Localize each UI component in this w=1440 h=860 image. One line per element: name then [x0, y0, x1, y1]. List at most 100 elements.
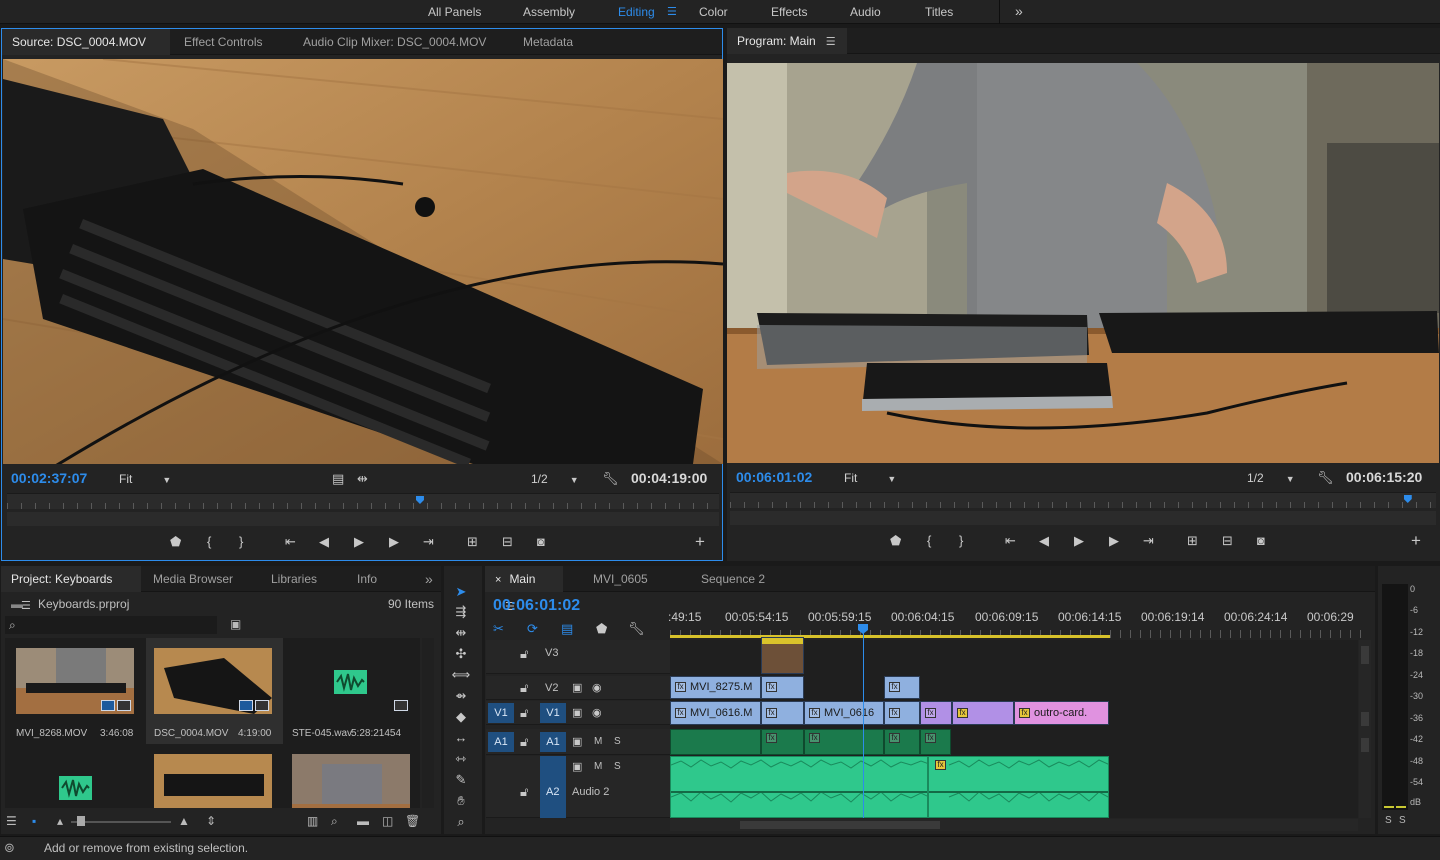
extract-icon[interactable]: ⊟ [1222, 533, 1233, 549]
slip-tool-icon[interactable]: ↔ [447, 728, 475, 748]
drag-audio-icon[interactable]: ⇹ [357, 471, 368, 487]
source-video-frame[interactable] [3, 59, 723, 464]
timeline-clip-a1[interactable]: fx [761, 729, 804, 755]
tab-program[interactable]: Program: Main ☰ [727, 28, 847, 54]
tab-mvi-0605[interactable]: MVI_0605 [583, 566, 658, 592]
play-icon[interactable]: ▶︎ [354, 534, 364, 550]
lock-icon[interactable]: 🔓︎ [520, 784, 528, 800]
track-name-audio-2[interactable]: Audio 2 [572, 786, 609, 798]
solo-button[interactable]: S [614, 736, 621, 747]
program-video-frame[interactable] [727, 63, 1439, 463]
add-button-icon[interactable]: + [1411, 532, 1421, 549]
tab-sequence-2[interactable]: Sequence 2 [691, 566, 775, 592]
timeline-clip-v1[interactable]: fx MVI_0616 [804, 701, 884, 725]
workspace-editing[interactable]: Editing [618, 5, 655, 19]
add-marker-toggle-icon[interactable]: ▤ [561, 621, 573, 637]
timeline-clip-v3[interactable] [761, 637, 804, 674]
tab-main-sequence[interactable]: × Main☰ [485, 566, 563, 613]
timeline-clip-v2[interactable]: fx MVI_8275.M [670, 676, 761, 699]
program-zoom-scrollbar[interactable] [730, 511, 1436, 525]
sync-lock-icon[interactable]: ▣ [572, 759, 582, 775]
marker-icon[interactable]: ⬟ [170, 534, 181, 550]
export-frame-icon[interactable]: ◙ [1257, 533, 1265, 549]
track-select-tool-icon[interactable]: ⇶ [447, 602, 475, 622]
trash-icon[interactable]: 🗑︎ [405, 814, 420, 828]
audio-file-icon[interactable] [334, 670, 367, 694]
mark-out-icon[interactable]: } [959, 533, 963, 549]
play-icon[interactable]: ▶︎ [1074, 533, 1084, 549]
sort-icon[interactable]: ⇕ [206, 814, 216, 828]
lock-icon[interactable]: 🔓︎ [520, 705, 528, 721]
tab-libraries[interactable]: Libraries [261, 566, 327, 592]
settings-wrench-icon[interactable]: 🔧︎ [602, 471, 619, 487]
icon-view-icon[interactable]: ▪ [32, 814, 36, 828]
timeline-clip-a1[interactable]: fx [884, 729, 920, 755]
workspace-audio[interactable]: Audio [850, 5, 881, 19]
mute-button[interactable]: M [594, 736, 602, 747]
marker-icon[interactable]: ⬟ [890, 533, 901, 549]
timeline-clip-a1[interactable]: fx [804, 729, 884, 755]
workspace-overflow-icon[interactable]: » [1015, 3, 1023, 19]
scroll-thumb[interactable] [1361, 712, 1369, 726]
workspace-color[interactable]: Color [699, 5, 728, 19]
pen-tool-icon[interactable]: ✎ [447, 770, 475, 790]
audio-file-icon[interactable] [59, 776, 92, 800]
program-playhead-timecode[interactable]: 00:06:01:02 [736, 469, 812, 485]
timeline-clip-v1[interactable]: fx [761, 701, 804, 725]
timeline-clip-v2[interactable]: fx [884, 676, 920, 699]
eye-icon[interactable]: ◉ [592, 705, 602, 721]
tab-media-browser[interactable]: Media Browser [143, 566, 243, 592]
new-bin-icon[interactable]: ▣ [230, 617, 241, 631]
list-view-icon[interactable]: ☰ [6, 814, 17, 828]
project-search-input[interactable] [5, 616, 217, 634]
track-target-a1[interactable]: A1 [540, 732, 566, 752]
tab-project[interactable]: Project: Keyboards☰ [1, 566, 141, 612]
tab-effect-controls[interactable]: Effect Controls [174, 29, 272, 55]
workspace-titles[interactable]: Titles [925, 5, 953, 19]
timeline-horizontal-scrollbar[interactable] [670, 819, 1358, 831]
rate-stretch-tool-icon[interactable]: ⟺ [447, 665, 475, 685]
selection-tool-icon[interactable]: ➤ [447, 582, 475, 602]
go-to-in-icon[interactable]: ⇤ [285, 534, 296, 550]
linked-selection-icon[interactable]: ⟳ [527, 621, 538, 637]
program-resolution-dropdown[interactable]: 1/2 ▼ [1247, 471, 1295, 485]
timeline-timecode[interactable]: 00:06:01:02 [493, 597, 580, 615]
workspace-effects[interactable]: Effects [771, 5, 807, 19]
timeline-clip-a1[interactable] [670, 729, 761, 755]
tab-audio-clip-mixer[interactable]: Audio Clip Mixer: DSC_0004.MOV [293, 29, 496, 55]
solo-button[interactable]: S [614, 761, 621, 772]
new-bin-icon[interactable]: ▬ [357, 814, 369, 828]
track-label-v2[interactable]: V2 [545, 682, 558, 694]
workspace-assembly[interactable]: Assembly [523, 5, 575, 19]
mark-in-icon[interactable]: { [927, 533, 931, 549]
timeline-clip-v2[interactable]: fx [761, 676, 804, 699]
panel-menu-icon[interactable]: ☰ [826, 29, 836, 55]
tab-info[interactable]: Info [347, 566, 387, 592]
scroll-thumb[interactable] [1361, 646, 1369, 664]
program-zoom-dropdown[interactable]: Fit ▼ [844, 471, 896, 485]
overwrite-icon[interactable]: ⊟ [502, 534, 513, 550]
solo-left-button[interactable]: S [1385, 815, 1392, 826]
settings-wrench-icon[interactable]: 🔧︎ [1317, 470, 1334, 486]
timeline-clip-outro-card[interactable]: fx outro-card. [1014, 701, 1109, 725]
step-forward-icon[interactable]: ▶︎ [389, 534, 399, 550]
find-icon[interactable]: ⌕ [331, 814, 338, 829]
source-patch-a1[interactable]: A1 [488, 732, 514, 752]
drag-video-icon[interactable]: ▤ [332, 471, 344, 487]
mark-in-icon[interactable]: { [207, 534, 211, 550]
razor-tool-icon[interactable]: ⇴ [447, 686, 475, 706]
lock-icon[interactable]: 🔓︎ [520, 680, 528, 696]
razor-blade-icon[interactable]: ◆ [447, 707, 475, 727]
export-frame-icon[interactable]: ◙ [537, 534, 545, 550]
go-to-out-icon[interactable]: ⇥ [423, 534, 434, 550]
project-scrollbar[interactable] [422, 638, 434, 808]
work-area-bar[interactable] [670, 635, 1110, 638]
project-item-thumbnail[interactable] [292, 754, 410, 808]
panel-overflow-icon[interactable]: » [415, 566, 443, 592]
timeline-clip-v1[interactable]: fx [952, 701, 1014, 725]
mute-button[interactable]: M [594, 761, 602, 772]
workspace-menu-icon[interactable]: ☰ [667, 5, 677, 18]
timeline-settings-icon[interactable]: 🔧︎ [628, 621, 645, 637]
source-zoom-dropdown[interactable]: Fit ▼ [119, 472, 177, 486]
source-time-ruler[interactable] [7, 493, 719, 509]
